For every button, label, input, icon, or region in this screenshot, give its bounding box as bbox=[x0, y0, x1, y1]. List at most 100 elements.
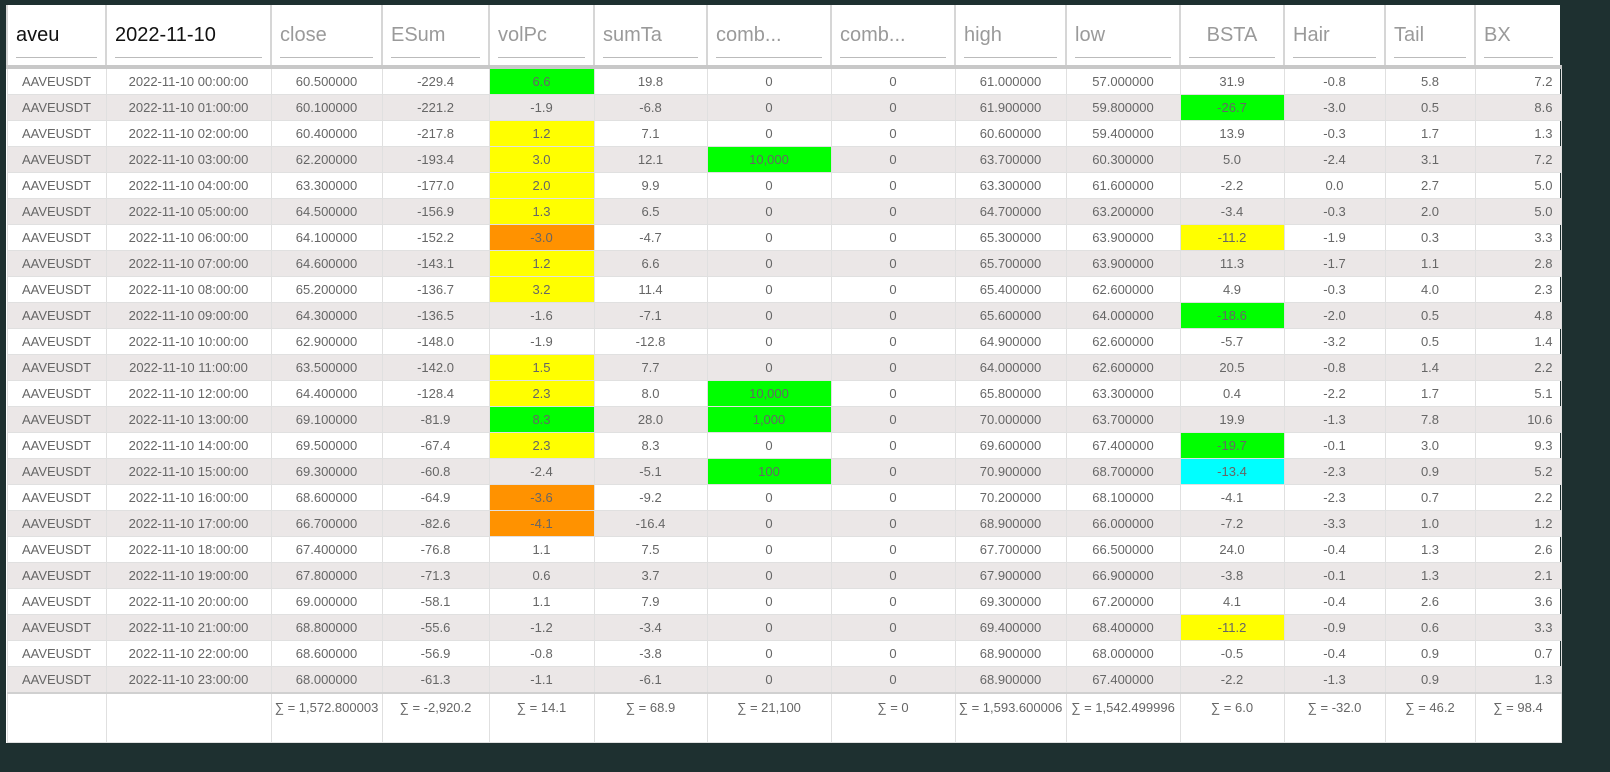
table-cell: 2022-11-10 03:00:00 bbox=[105, 146, 272, 173]
table-cell: 0 bbox=[830, 276, 956, 303]
table-row[interactable]: AAVEUSDT 2022-11-10 00:00:00 60.500000 -229… bbox=[6, 66, 1562, 95]
table-cell: -55.6 bbox=[381, 614, 490, 641]
table-cell: -128.4 bbox=[381, 380, 490, 407]
column-header-8[interactable]: BSTA bbox=[1179, 5, 1284, 69]
table-cell: -3.4 bbox=[1179, 198, 1285, 225]
table-row[interactable]: AAVEUSDT 2022-11-10 04:00:00 63.300000 -177… bbox=[6, 172, 1562, 199]
column-header-1[interactable]: ESum bbox=[381, 5, 489, 69]
table-cell: 68.000000 bbox=[270, 666, 383, 694]
column-header-2[interactable]: volPc bbox=[488, 5, 594, 69]
table-cell: -6.1 bbox=[593, 666, 708, 694]
table-cell: 2022-11-10 23:00:00 bbox=[105, 666, 272, 694]
table-cell: 60.300000 bbox=[1065, 146, 1181, 173]
table-row[interactable]: AAVEUSDT 2022-11-10 18:00:00 67.400000 -76.… bbox=[6, 536, 1562, 563]
column-header-7[interactable]: low bbox=[1065, 5, 1180, 69]
table-cell: 0.4 bbox=[1179, 380, 1285, 407]
column-header-10[interactable]: Tail bbox=[1384, 5, 1475, 69]
symbol-filter-value[interactable]: aveu bbox=[16, 24, 59, 46]
table-cell: 2022-11-10 09:00:00 bbox=[105, 302, 272, 329]
table-cell: -81.9 bbox=[381, 406, 490, 433]
column-header-5[interactable]: comb... bbox=[830, 5, 955, 69]
column-header-4[interactable]: comb... bbox=[706, 5, 831, 69]
table-row[interactable]: AAVEUSDT 2022-11-10 17:00:00 66.700000 -82.… bbox=[6, 510, 1562, 537]
table-cell: -1.7 bbox=[1283, 250, 1386, 277]
table-cell: 0 bbox=[830, 510, 956, 537]
table-cell: -0.3 bbox=[1283, 276, 1386, 303]
table-cell: 1.2 bbox=[488, 120, 595, 147]
table-cell: 60.600000 bbox=[954, 120, 1067, 147]
table-cell: 4.0 bbox=[1384, 276, 1476, 303]
table-cell: -0.1 bbox=[1283, 432, 1386, 459]
table-cell: 63.300000 bbox=[954, 172, 1067, 199]
table-cell: 68.700000 bbox=[1065, 458, 1181, 485]
column-header-label: BSTA bbox=[1206, 23, 1258, 46]
table-cell: 64.000000 bbox=[954, 354, 1067, 381]
table-row[interactable]: AAVEUSDT 2022-11-10 01:00:00 60.100000 -221… bbox=[6, 94, 1562, 121]
table-row[interactable]: AAVEUSDT 2022-11-10 15:00:00 69.300000 -60.… bbox=[6, 458, 1562, 485]
column-header-0[interactable]: close bbox=[270, 5, 382, 69]
table-row[interactable]: AAVEUSDT 2022-11-10 09:00:00 64.300000 -136… bbox=[6, 302, 1562, 329]
table-row[interactable]: AAVEUSDT 2022-11-10 19:00:00 67.800000 -71.… bbox=[6, 562, 1562, 589]
table-cell: -2.3 bbox=[1283, 484, 1386, 511]
table-row[interactable]: AAVEUSDT 2022-11-10 16:00:00 68.600000 -64.… bbox=[6, 484, 1562, 511]
table-cell: 0.9 bbox=[1384, 458, 1476, 485]
table-row[interactable]: AAVEUSDT 2022-11-10 20:00:00 69.000000 -58.… bbox=[6, 588, 1562, 615]
table-row[interactable]: AAVEUSDT 2022-11-10 07:00:00 64.600000 -143… bbox=[6, 250, 1562, 277]
table-row[interactable]: AAVEUSDT 2022-11-10 11:00:00 63.500000 -142… bbox=[6, 354, 1562, 381]
table-row[interactable]: AAVEUSDT 2022-11-10 06:00:00 64.100000 -152… bbox=[6, 224, 1562, 251]
table-cell: AAVEUSDT bbox=[6, 614, 107, 641]
table-cell: 66.900000 bbox=[1065, 562, 1181, 589]
table-cell: 59.800000 bbox=[1065, 94, 1181, 121]
table-cell: 100 bbox=[706, 458, 832, 485]
table-cell: 0.5 bbox=[1384, 94, 1476, 121]
table-cell: 7.7 bbox=[593, 354, 708, 381]
total-cell: ∑ = 14.1 bbox=[488, 692, 595, 743]
table-cell: 0 bbox=[830, 250, 956, 277]
table-cell: 2.3 bbox=[488, 380, 595, 407]
column-header-6[interactable]: high bbox=[954, 5, 1066, 69]
column-header-label: low bbox=[1075, 23, 1106, 46]
table-cell: -156.9 bbox=[381, 198, 490, 225]
table-cell: 7.5 bbox=[593, 536, 708, 563]
table-row[interactable]: AAVEUSDT 2022-11-10 02:00:00 60.400000 -217… bbox=[6, 120, 1562, 147]
table-row[interactable]: AAVEUSDT 2022-11-10 13:00:00 69.100000 -81.… bbox=[6, 406, 1562, 433]
column-header-3[interactable]: sumTa bbox=[593, 5, 707, 69]
table-cell: 0 bbox=[830, 354, 956, 381]
table-cell: AAVEUSDT bbox=[6, 198, 107, 225]
date-filter-value[interactable]: 2022-11-10 bbox=[115, 24, 216, 46]
table-cell: 0 bbox=[706, 224, 832, 251]
column-header-11[interactable]: BX bbox=[1474, 5, 1561, 69]
table-row[interactable]: AAVEUSDT 2022-11-10 14:00:00 69.500000 -67.… bbox=[6, 432, 1562, 459]
table-row[interactable]: AAVEUSDT 2022-11-10 08:00:00 65.200000 -136… bbox=[6, 276, 1562, 303]
table-row[interactable]: AAVEUSDT 2022-11-10 21:00:00 68.800000 -55.… bbox=[6, 614, 1562, 641]
symbol-filter[interactable]: aveu bbox=[6, 5, 106, 69]
table-cell: 0.3 bbox=[1384, 224, 1476, 251]
table-row[interactable]: AAVEUSDT 2022-11-10 22:00:00 68.600000 -56.… bbox=[6, 640, 1562, 667]
table-row[interactable]: AAVEUSDT 2022-11-10 12:00:00 64.400000 -128… bbox=[6, 380, 1562, 407]
table-cell: -76.8 bbox=[381, 536, 490, 563]
table-cell: 63.500000 bbox=[270, 354, 383, 381]
table-cell: 10.6 bbox=[1474, 406, 1562, 433]
table-row[interactable]: AAVEUSDT 2022-11-10 03:00:00 62.200000 -193… bbox=[6, 146, 1562, 173]
table-cell: -136.5 bbox=[381, 302, 490, 329]
table-cell: -0.5 bbox=[1179, 640, 1285, 667]
column-header-9[interactable]: Hair bbox=[1283, 5, 1385, 69]
table-cell: 2.3 bbox=[1474, 276, 1562, 303]
table-cell: 5.8 bbox=[1384, 66, 1476, 95]
table-row[interactable]: AAVEUSDT 2022-11-10 05:00:00 64.500000 -156… bbox=[6, 198, 1562, 225]
table-cell: -148.0 bbox=[381, 328, 490, 355]
table-cell: 65.700000 bbox=[954, 250, 1067, 277]
table-row[interactable]: AAVEUSDT 2022-11-10 23:00:00 68.000000 -61.… bbox=[6, 666, 1562, 694]
table-cell: 63.700000 bbox=[954, 146, 1067, 173]
table-cell: 0 bbox=[830, 224, 956, 251]
table-cell: 68.000000 bbox=[1065, 640, 1181, 667]
table-cell: 0 bbox=[830, 94, 956, 121]
table-cell: 2022-11-10 10:00:00 bbox=[105, 328, 272, 355]
date-filter[interactable]: 2022-11-10 bbox=[105, 5, 271, 69]
table-row[interactable]: AAVEUSDT 2022-11-10 10:00:00 62.900000 -148… bbox=[6, 328, 1562, 355]
table-cell: -221.2 bbox=[381, 94, 490, 121]
table-cell: 64.000000 bbox=[1065, 302, 1181, 329]
table-cell: 19.9 bbox=[1179, 406, 1285, 433]
table-cell: 0 bbox=[706, 510, 832, 537]
table-cell: -229.4 bbox=[381, 66, 490, 95]
